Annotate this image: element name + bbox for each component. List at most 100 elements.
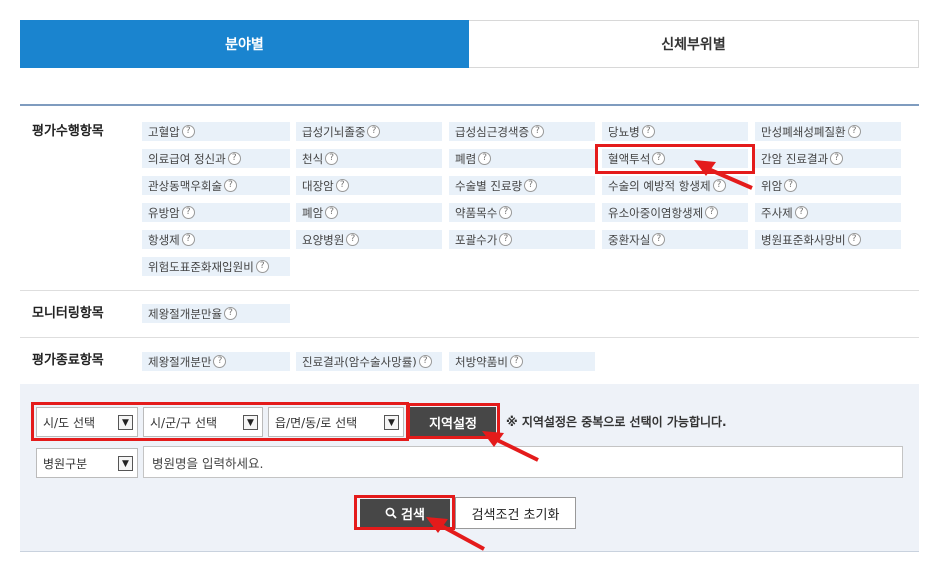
divider	[20, 290, 919, 291]
item-label: 유방암	[148, 205, 180, 220]
item-sections-evaluation-rows-3-0[interactable]: 유방암?	[142, 203, 290, 222]
item-label: 폐암	[302, 205, 324, 220]
help-icon[interactable]: ?	[213, 355, 227, 368]
help-icon[interactable]: ?	[367, 125, 381, 138]
help-icon[interactable]: ?	[181, 233, 195, 246]
help-icon[interactable]: ?	[499, 206, 513, 219]
item-sections-evaluation-rows-0-0[interactable]: 고혈압?	[142, 122, 290, 141]
help-icon[interactable]: ?	[418, 355, 432, 368]
item-sections-evaluation-rows-5-0[interactable]: 위험도표준화재입원비?	[142, 257, 290, 276]
item-sections-ended-items-1[interactable]: 진료결과(암수술사망률)?	[296, 352, 442, 371]
help-icon[interactable]: ?	[652, 233, 666, 246]
help-icon[interactable]: ?	[181, 125, 195, 138]
item-sections-evaluation-rows-0-4[interactable]: 만성폐쇄성폐질환?	[755, 122, 901, 141]
item-label: 수술별 진료량	[455, 178, 523, 193]
item-sections-evaluation-rows-3-1[interactable]: 폐암?	[296, 203, 442, 222]
help-icon[interactable]: ?	[346, 233, 360, 246]
item-sections-evaluation-rows-4-1[interactable]: 요양병원?	[296, 230, 442, 249]
hospital-name-input[interactable]: 병원명을 입력하세요.	[143, 446, 903, 478]
item-label: 요양병원	[302, 232, 345, 247]
help-icon[interactable]: ?	[531, 125, 545, 138]
item-label: 처방약품비	[455, 354, 508, 369]
item-label: 제왕절개분만율	[148, 306, 223, 321]
item-sections-evaluation-rows-3-3[interactable]: 유소아중이염항생제?	[602, 203, 748, 222]
item-sections-evaluation-rows-1-4[interactable]: 간암 진료결과?	[755, 149, 901, 168]
help-icon[interactable]: ?	[335, 179, 349, 192]
item-sections-evaluation-rows-2-3[interactable]: 수술의 예방적 항생제?	[602, 176, 748, 195]
region-setting-button[interactable]: 지역설정	[410, 407, 496, 437]
item-sections-evaluation-rows-4-2[interactable]: 포괄수가?	[449, 230, 595, 249]
tab-bar: 분야별 신체부위별	[20, 20, 919, 68]
help-icon[interactable]: ?	[181, 206, 195, 219]
help-icon[interactable]: ?	[224, 307, 238, 320]
help-icon[interactable]: ?	[524, 179, 538, 192]
hospital-type-select[interactable]: 병원구분 ▼	[36, 448, 138, 478]
eupmyeondong-select-value: 읍/면/동/로 선택	[275, 415, 358, 430]
help-icon[interactable]: ?	[794, 206, 808, 219]
item-sections-evaluation-rows-3-2[interactable]: 약품목수?	[449, 203, 595, 222]
help-icon[interactable]: ?	[499, 233, 513, 246]
region-note: ※ 지역설정은 중복으로 선택이 가능합니다.	[506, 415, 727, 429]
reset-button[interactable]: 검색조건 초기화	[455, 497, 576, 529]
item-label: 유소아중이염항생제	[608, 205, 704, 220]
item-sections-evaluation-rows-4-4[interactable]: 병원표준화사망비?	[755, 230, 901, 249]
item-sections-evaluation-rows-4-3[interactable]: 중환자실?	[602, 230, 748, 249]
item-label: 관상동맥우회술	[148, 178, 223, 193]
help-icon[interactable]: ?	[255, 260, 269, 273]
section-top-divider	[20, 104, 919, 106]
item-sections-monitoring-items-0[interactable]: 제왕절개분만율?	[142, 304, 290, 323]
ended-section-title: 평가종료항목	[32, 353, 104, 368]
item-sections-evaluation-rows-2-2[interactable]: 수술별 진료량?	[449, 176, 595, 195]
help-icon[interactable]: ?	[847, 233, 861, 246]
tab-field[interactable]: 분야별	[20, 20, 469, 68]
item-label: 항생제	[148, 232, 180, 247]
search-button[interactable]: 검색	[360, 499, 450, 527]
help-icon[interactable]: ?	[478, 152, 492, 165]
item-sections-ended-items-0[interactable]: 제왕절개분만?	[142, 352, 290, 371]
item-label: 급성기뇌졸중	[302, 124, 366, 139]
sigungu-select[interactable]: 시/군/구 선택 ▼	[143, 407, 263, 437]
item-label: 급성심근경색증	[455, 124, 530, 139]
sido-select[interactable]: 시/도 선택 ▼	[36, 407, 138, 437]
help-icon[interactable]: ?	[705, 206, 719, 219]
item-sections-evaluation-rows-1-2[interactable]: 폐렴?	[449, 149, 595, 168]
item-label: 주사제	[761, 205, 793, 220]
item-label: 간암 진료결과	[761, 151, 829, 166]
item-sections-evaluation-rows-0-2[interactable]: 급성심근경색증?	[449, 122, 595, 141]
item-label: 위암	[761, 178, 783, 193]
help-icon[interactable]: ?	[325, 206, 339, 219]
help-icon[interactable]: ?	[830, 152, 844, 165]
help-icon[interactable]: ?	[509, 355, 523, 368]
chevron-down-icon: ▼	[118, 456, 133, 471]
item-sections-evaluation-rows-2-0[interactable]: 관상동맥우회술?	[142, 176, 290, 195]
chevron-down-icon: ▼	[384, 415, 399, 430]
item-sections-evaluation-rows-0-3[interactable]: 당뇨병?	[602, 122, 748, 141]
help-icon[interactable]: ?	[652, 152, 666, 165]
item-sections-evaluation-rows-0-1[interactable]: 급성기뇌졸중?	[296, 122, 442, 141]
item-sections-evaluation-rows-3-4[interactable]: 주사제?	[755, 203, 901, 222]
help-icon[interactable]: ?	[784, 179, 798, 192]
chevron-down-icon: ▼	[118, 415, 133, 430]
item-label: 위험도표준화재입원비	[148, 259, 254, 274]
help-icon[interactable]: ?	[325, 152, 339, 165]
help-icon[interactable]: ?	[227, 152, 241, 165]
help-icon[interactable]: ?	[847, 125, 861, 138]
item-sections-evaluation-rows-1-1[interactable]: 천식?	[296, 149, 442, 168]
item-sections-evaluation-rows-2-4[interactable]: 위암?	[755, 176, 901, 195]
item-sections-ended-items-2[interactable]: 처방약품비?	[449, 352, 595, 371]
item-sections-evaluation-rows-1-0[interactable]: 의료급여 정신과?	[142, 149, 290, 168]
chevron-down-icon: ▼	[243, 415, 258, 430]
help-icon[interactable]: ?	[712, 179, 726, 192]
item-label: 수술의 예방적 항생제	[608, 178, 711, 193]
hospital-name-placeholder: 병원명을 입력하세요.	[152, 455, 264, 471]
help-icon[interactable]: ?	[224, 179, 238, 192]
help-icon[interactable]: ?	[641, 125, 655, 138]
item-label: 병원표준화사망비	[761, 232, 846, 247]
item-sections-evaluation-rows-2-1[interactable]: 대장암?	[296, 176, 442, 195]
item-sections-evaluation-rows-1-3[interactable]: 혈액투석?	[602, 149, 748, 168]
item-label: 천식	[302, 151, 324, 166]
item-sections-evaluation-rows-4-0[interactable]: 항생제?	[142, 230, 290, 249]
eupmyeondong-select[interactable]: 읍/면/동/로 선택 ▼	[268, 407, 404, 437]
item-label: 제왕절개분만	[148, 354, 212, 369]
tab-body-part[interactable]: 신체부위별	[469, 20, 919, 68]
